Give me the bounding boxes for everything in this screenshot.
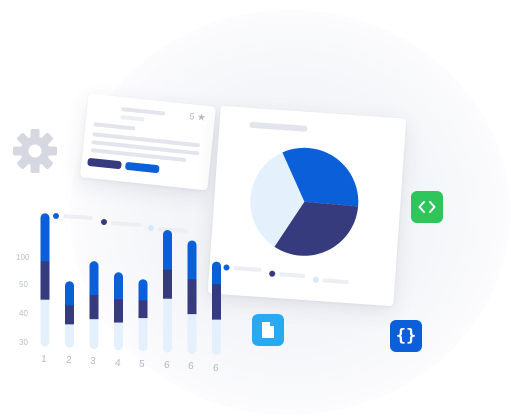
y-tick-label: 100 xyxy=(16,253,30,262)
bar-segment xyxy=(163,234,172,270)
bar-segment xyxy=(163,268,172,299)
x-tick-label: 5 xyxy=(138,358,145,371)
bar-cap xyxy=(138,342,148,352)
bar-cap xyxy=(89,339,99,349)
x-tick-label: 6 xyxy=(187,361,194,373)
bar-segment xyxy=(212,283,221,320)
y-tick-label: 40 xyxy=(19,309,28,318)
bar-segment xyxy=(89,294,99,320)
x-tick-label: 6 xyxy=(163,359,170,372)
bar-segment xyxy=(40,260,50,300)
bar-cap xyxy=(65,338,74,348)
file-icon[interactable] xyxy=(252,314,284,346)
bar-segment xyxy=(138,299,148,319)
bar-segment xyxy=(187,278,197,315)
bar-cap xyxy=(187,240,197,250)
bar-segment xyxy=(40,217,50,262)
bar-segment xyxy=(187,313,197,350)
bar-cap xyxy=(89,261,99,271)
bar-segment xyxy=(163,297,172,349)
bar-cap xyxy=(114,341,123,351)
bar-segment xyxy=(114,298,123,323)
y-tick-label: 50 xyxy=(19,280,28,289)
bar-cap xyxy=(65,281,74,291)
x-tick-label: 3 xyxy=(89,356,96,368)
bar-cap xyxy=(187,344,197,354)
x-tick-label: 6 xyxy=(212,362,219,374)
x-tick-label: 2 xyxy=(65,355,72,367)
bar-cap xyxy=(212,346,221,356)
bar-cap xyxy=(212,261,221,271)
bar-segment xyxy=(40,298,50,342)
code-icon[interactable] xyxy=(411,191,443,223)
x-tick-label: 1 xyxy=(40,353,47,366)
x-tick-label: 4 xyxy=(114,357,121,369)
bar-cap xyxy=(40,213,50,223)
bar-cap xyxy=(163,230,172,240)
bar-cap xyxy=(138,279,148,289)
bar-segment xyxy=(212,318,221,351)
braces-icon[interactable]: {} xyxy=(390,320,422,352)
bar-cap xyxy=(163,343,172,353)
bar-segment xyxy=(65,304,74,325)
bar-segment xyxy=(187,244,197,280)
bar-cap xyxy=(40,337,50,347)
y-tick-label: 30 xyxy=(19,338,28,347)
bar-cap xyxy=(114,272,123,282)
